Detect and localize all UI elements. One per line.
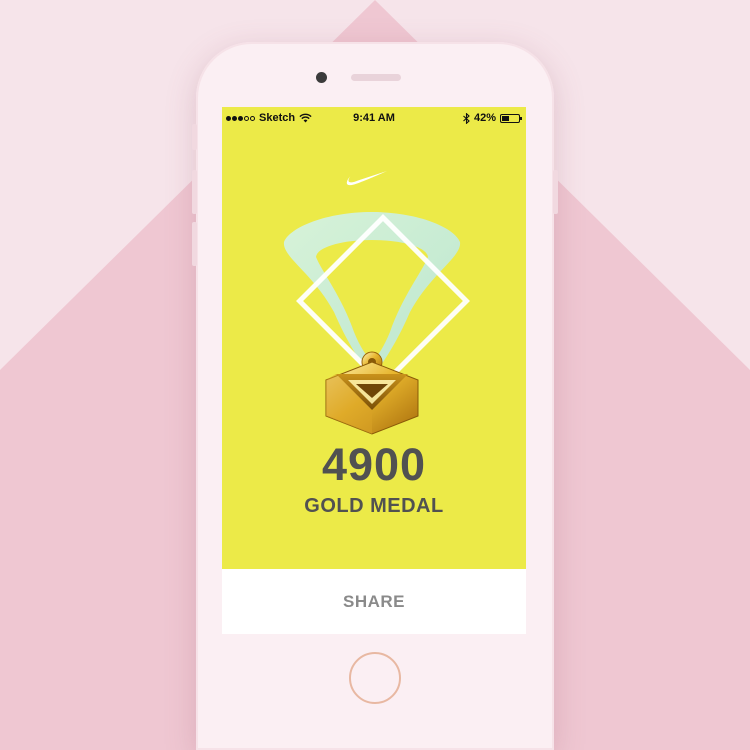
earpiece-speaker [351, 74, 401, 81]
battery-percentage: 42% [473, 112, 496, 124]
achievement-score: 4900 [321, 439, 427, 490]
phone-body: Sketch 9:41 AM 42% 4900 GOLD MEDAL SHARE [192, 42, 558, 750]
front-camera [316, 72, 327, 83]
phone-volume-up-button [192, 170, 197, 214]
app-screen: Sketch 9:41 AM 42% 4900 GOLD MEDAL SHARE [222, 107, 526, 634]
medal-title: GOLD MEDAL [304, 495, 444, 517]
gold-medal-illustration [283, 212, 470, 435]
status-bar: Sketch 9:41 AM 42% [222, 107, 526, 129]
status-right: 42% [463, 112, 522, 124]
share-button[interactable]: SHARE [222, 569, 526, 634]
bluetooth-icon [463, 112, 470, 124]
nike-swoosh-icon [346, 171, 387, 186]
phone-power-button [553, 170, 558, 214]
battery-fill [502, 115, 509, 121]
battery-icon [500, 113, 522, 123]
phone-volume-down-button [192, 222, 197, 266]
home-button[interactable] [349, 652, 401, 704]
phone-side-button [192, 124, 197, 150]
